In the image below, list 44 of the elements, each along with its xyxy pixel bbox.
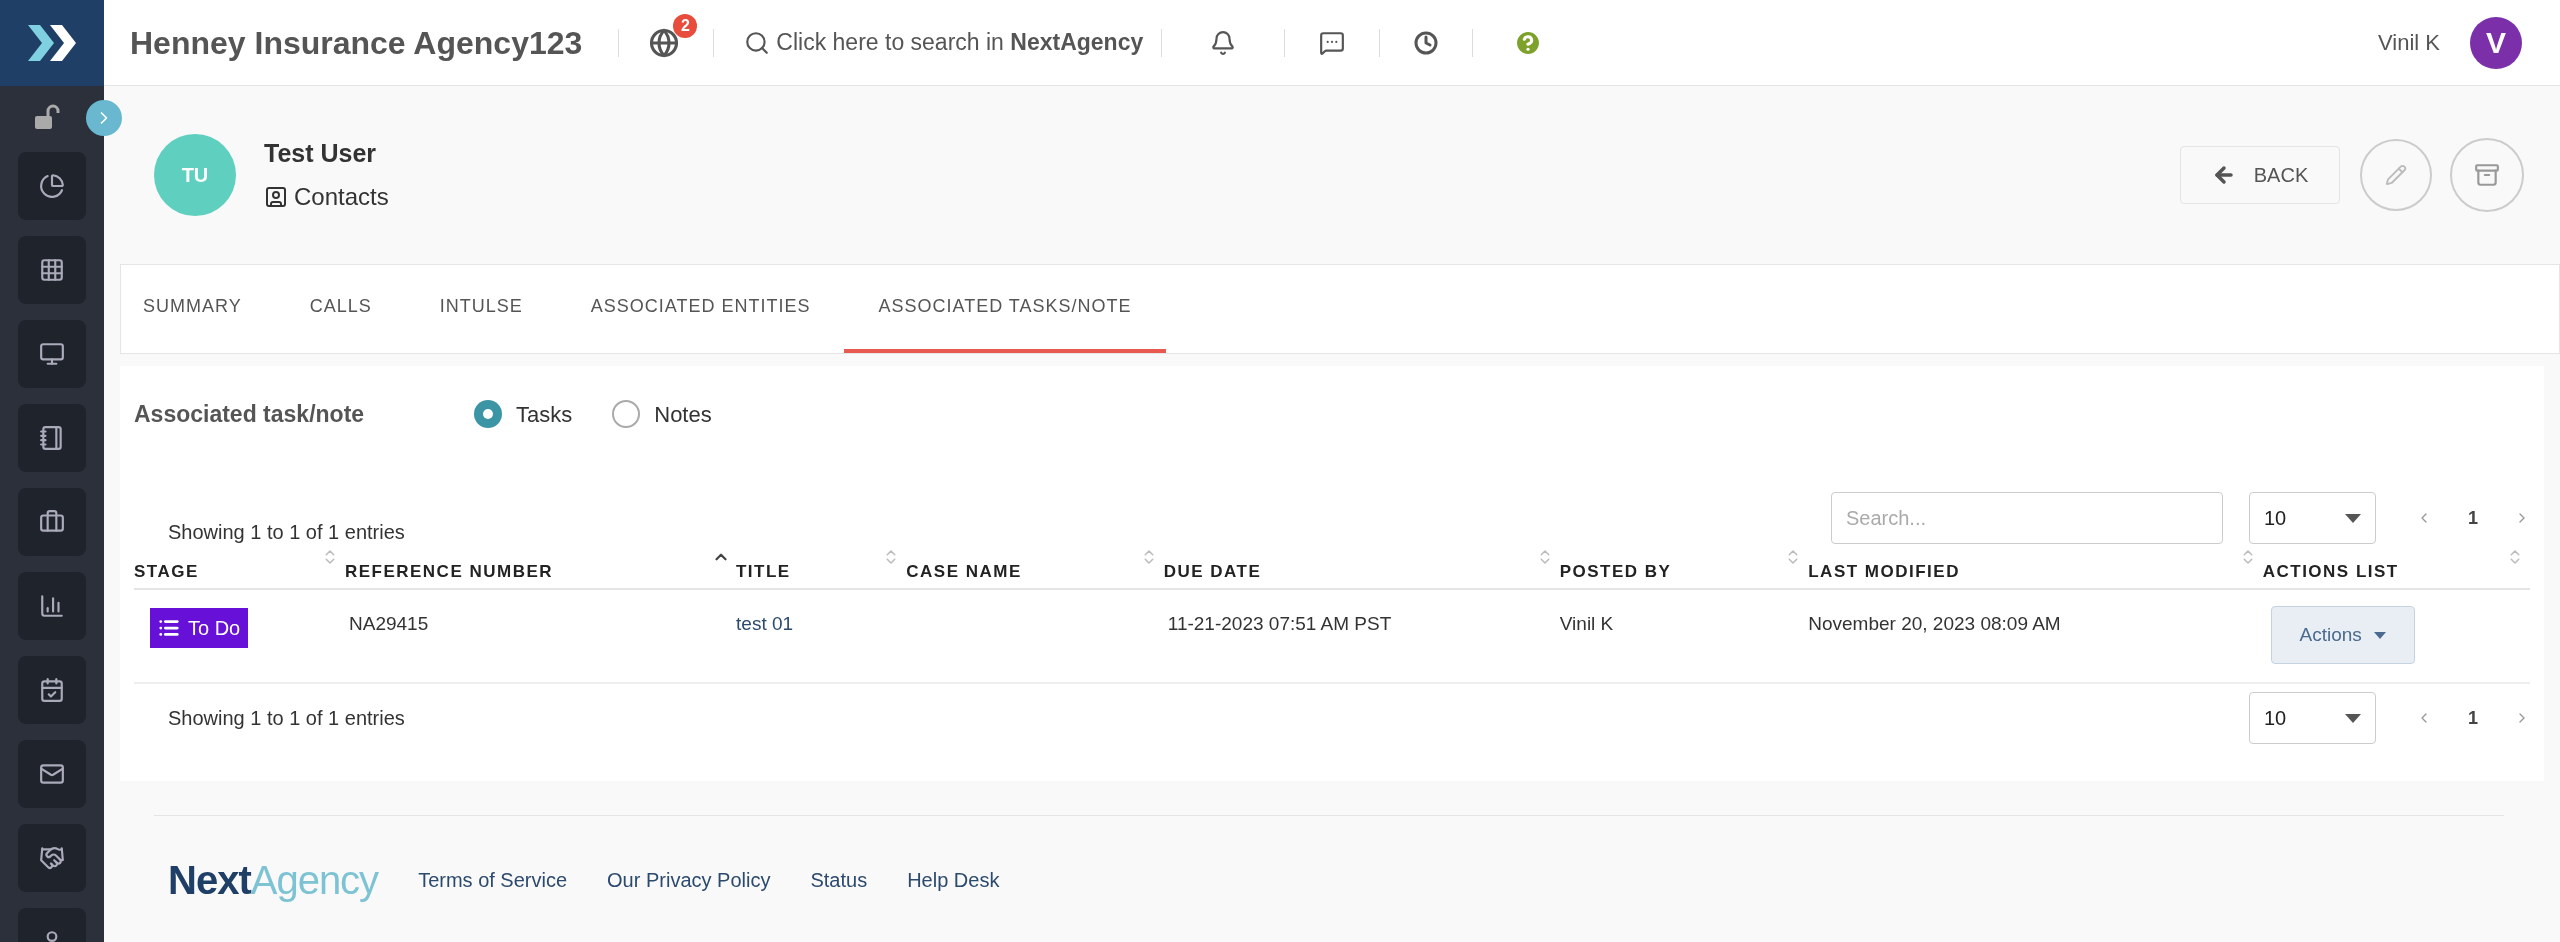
actions-dropdown-button[interactable]: Actions [2270,606,2415,664]
global-search[interactable]: Click here to search in NextAgency [744,25,1144,60]
entries-info: Showing 1 to 1 of 1 entries [168,520,405,545]
task-title-link[interactable]: test 01 [736,613,794,634]
tab[interactable]: ASSOCIATED ENTITIES [556,263,845,353]
column-header[interactable]: LAST MODIFIED [1808,558,1960,584]
column-header[interactable]: REFERENCE NUMBER [344,558,554,584]
footer-link[interactable]: Terms of Service [418,865,568,895]
reference-number: NA29415 [349,613,429,634]
contact-type: Contacts [294,181,389,212]
back-button[interactable]: BACK [2180,146,2340,204]
table-search-field[interactable]: Search... [1831,492,2223,544]
entries-info: Showing 1 to 1 of 1 entries [168,706,405,731]
footer-link[interactable]: Our Privacy Policy [607,865,771,895]
footer-link[interactable]: Help Desk [907,865,1000,895]
column-header[interactable]: CASE NAME [906,558,1022,584]
radio-option[interactable]: Tasks [474,397,573,431]
column-header[interactable]: STAGE [134,558,199,584]
user-avatar[interactable]: V [2470,16,2522,69]
radio-option[interactable]: Notes [612,397,712,431]
tab[interactable]: ASSOCIATED TASKS/NOTE [844,263,1166,353]
contact-name: Test User [264,138,378,170]
column-header[interactable]: TITLE [735,558,791,584]
page-size-select[interactable]: 10 [2249,692,2376,744]
column-header[interactable]: ACTIONS LIST [2262,558,2399,584]
page-number[interactable]: 1 [2468,704,2478,732]
page-size-select[interactable]: 10 [2249,492,2376,544]
agency-title: Henney Insurance Agency123 [130,23,583,63]
section-title: Associated task/note [134,399,366,429]
posted-by: Vinil K [1559,613,1614,634]
contact-avatar: TU [154,134,236,216]
footer-link[interactable]: Status [810,865,868,895]
column-header[interactable]: DUE DATE [1163,558,1262,584]
tab[interactable]: INTULSE [405,263,557,353]
stage-badge: To Do [150,608,249,648]
user-name[interactable]: Vinil K [2378,26,2440,59]
footer-logo: NextAgency [168,857,379,904]
column-header[interactable]: POSTED BY [1559,558,1672,584]
page-number[interactable]: 1 [2468,504,2478,532]
notification-badge: 2 [673,13,698,38]
tab[interactable]: SUMMARY [141,263,276,353]
tab[interactable]: CALLS [275,263,406,353]
due-date: 11-21-2023 07:51 AM PST [1167,613,1392,634]
last-modified: November 20, 2023 08:09 AM [1808,613,2061,634]
